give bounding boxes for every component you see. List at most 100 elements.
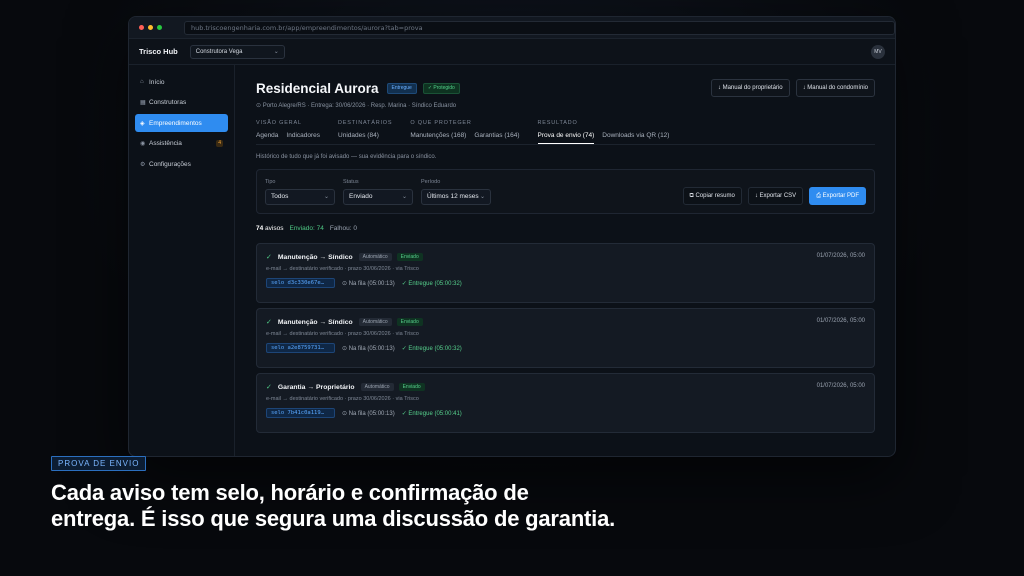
export-csv-button[interactable]: ↓ Exportar CSV — [747, 187, 804, 205]
project-subtitle: ⊙ Porto Alegre/RS · Entrega: 30/06/2026 … — [256, 103, 457, 109]
sidebar-item-label: Início — [149, 78, 165, 86]
queued-time: ⊙ Na fila (05:00:13) — [342, 410, 395, 417]
protected-badge: ✓ Protegido — [422, 82, 460, 94]
check-icon: ✓ — [266, 254, 272, 261]
tabgroup-label: O QUE PROTEGER — [410, 120, 472, 126]
tab-navigation: VISÃO GERAL Agenda Indicadores DESTINATÁ… — [256, 120, 875, 144]
chevron-down-icon: ⌄ — [401, 194, 407, 200]
export-pdf-button[interactable]: ⎙ Exportar PDF — [809, 187, 866, 205]
tab-unidades[interactable]: Unidades (84) — [338, 132, 379, 143]
close-window-dot[interactable] — [139, 25, 144, 30]
sent-tag: Enviado — [396, 253, 423, 261]
delivered-time: ✓ Entregue (05:00:32) — [401, 280, 462, 287]
tabgroup-resultado: RESULTADO Prova de envio (74) Downloads … — [537, 120, 669, 144]
tab-divider — [256, 144, 875, 145]
page-title: Residencial Aurora — [256, 80, 379, 96]
tab-agenda[interactable]: Agenda — [256, 132, 278, 143]
check-icon: ✓ — [266, 384, 272, 391]
filter-status: Status Enviado ⌄ — [343, 179, 413, 205]
chevron-down-icon: ⌄ — [479, 194, 485, 200]
failed-count: Falhou: 0 — [329, 225, 357, 232]
periodo-select-value: Últimos 12 meses — [427, 193, 479, 200]
total-number: 74 — [256, 225, 264, 232]
tipo-select-value: Todos — [271, 193, 289, 200]
periodo-select[interactable]: Últimos 12 meses ⌄ — [421, 189, 491, 205]
home-icon: ⌂ — [140, 79, 144, 85]
organization-select[interactable]: Construtora Vega ⌄ — [189, 44, 285, 59]
tabgroup-destinatarios: DESTINATÁRIOS Unidades (84) — [338, 120, 392, 144]
status-badge: Entregue — [386, 82, 417, 94]
tab-indicadores[interactable]: Indicadores — [286, 132, 320, 143]
url-bar[interactable]: hub.triscoengenharia.com.br/app/empreend… — [183, 20, 895, 35]
status-select[interactable]: Enviado ⌄ — [343, 189, 413, 205]
notice-date: 01/07/2026, 05:00 — [816, 383, 865, 389]
owner-manual-button[interactable]: ↓ Manual do proprietário — [710, 79, 790, 97]
tabgroup-label: VISÃO GERAL — [256, 120, 302, 126]
notice-meta: e-mail → destinatário verificado · prazo… — [266, 331, 419, 337]
seal-hash[interactable]: selo 7b41c0a119… — [266, 408, 335, 418]
notice-title: Garantia → Proprietário — [277, 383, 355, 391]
sidebar-item-label: Configurações — [149, 160, 191, 168]
filter-label: Período — [421, 179, 441, 185]
notice-date: 01/07/2026, 05:00 — [816, 253, 865, 259]
sidebar-item-construtoras[interactable]: ▦ Construtoras — [135, 94, 228, 112]
tab-garantias[interactable]: Garantias (164) — [474, 132, 519, 143]
sidebar-item-label: Empreendimentos — [149, 119, 202, 127]
sent-count: Enviado: 74 — [289, 225, 324, 232]
avatar[interactable]: MV — [871, 44, 885, 59]
notice-meta: e-mail → destinatário verificado · prazo… — [266, 266, 419, 272]
app-window: hub.triscoengenharia.com.br/app/empreend… — [128, 16, 896, 457]
condo-manual-button[interactable]: ↓ Manual do condomínio — [795, 79, 875, 97]
minimize-window-dot[interactable] — [147, 25, 153, 30]
sidebar-item-label: Assistência — [149, 140, 182, 147]
caption-line-1: Cada aviso tem selo, horário e confirmaç… — [51, 480, 529, 505]
count-badge: 4 — [216, 139, 223, 147]
total-count: 74 avisos — [256, 225, 283, 232]
notice-card[interactable]: ✓ Manutenção → Síndico Automático Enviad… — [256, 308, 875, 368]
brand-name[interactable]: Trisco Hub — [139, 47, 178, 56]
total-label: avisos — [265, 225, 284, 232]
caption-text: Cada aviso tem selo, horário e confirmaç… — [51, 480, 951, 532]
seal-hash[interactable]: selo d3c330e67e… — [266, 278, 335, 288]
caption-line-2: entrega. É isso que segura uma discussão… — [51, 506, 616, 531]
maximize-window-dot[interactable] — [156, 25, 162, 30]
status-select-value: Enviado — [349, 193, 373, 200]
tipo-select[interactable]: Todos ⌄ — [265, 189, 335, 205]
filter-label: Tipo — [265, 179, 276, 185]
section-description: Histórico de tudo que já foi avisado — s… — [256, 154, 437, 160]
automatic-tag: Automático — [358, 318, 392, 326]
filter-bar: Tipo Todos ⌄ Status Enviado ⌄ Período Úl… — [256, 169, 875, 214]
chevron-down-icon: ⌄ — [323, 194, 329, 200]
filter-label: Status — [343, 179, 359, 185]
copy-summary-button[interactable]: ⧉ Copiar resumo — [682, 187, 742, 205]
notice-title: Manutenção → Síndico — [277, 253, 353, 261]
sent-tag: Enviado — [396, 318, 423, 326]
sidebar-item-assistencia[interactable]: ◉ Assistência 4 — [135, 135, 228, 153]
notice-card[interactable]: ✓ Manutenção → Síndico Automático Enviad… — [256, 243, 875, 303]
sidebar-item-inicio[interactable]: ⌂ Início — [135, 73, 228, 91]
tab-manutencoes[interactable]: Manutenções (168) — [410, 132, 466, 143]
support-icon: ◉ — [140, 141, 146, 147]
tab-downloads-qr[interactable]: Downloads via QR (12) — [602, 132, 669, 144]
sidebar: ⌂ Início ▦ Construtoras ◈ Empreendimento… — [129, 65, 235, 456]
check-icon: ✓ — [266, 319, 272, 326]
tabgroup-label: RESULTADO — [537, 120, 578, 126]
filter-periodo: Período Últimos 12 meses ⌄ — [421, 179, 491, 205]
main-content: Residencial Aurora Entregue ✓ Protegido … — [235, 65, 895, 456]
automatic-tag: Automático — [358, 253, 392, 261]
tab-prova-de-envio[interactable]: Prova de envio (74) — [537, 132, 595, 144]
chevron-down-icon: ⌄ — [273, 48, 279, 55]
sidebar-item-empreendimentos[interactable]: ◈ Empreendimentos — [135, 114, 228, 132]
gear-icon: ⚙ — [140, 161, 146, 168]
building-icon: ▦ — [140, 100, 146, 106]
notice-card[interactable]: ✓ Garantia → Proprietário Automático Env… — [256, 373, 875, 433]
sent-tag: Enviado — [398, 383, 425, 391]
filter-tipo: Tipo Todos ⌄ — [265, 179, 335, 205]
notice-title: Manutenção → Síndico — [277, 318, 353, 326]
seal-hash[interactable]: selo a2e8759731… — [266, 343, 335, 353]
delivered-time: ✓ Entregue (05:00:41) — [401, 410, 462, 417]
queued-time: ⊙ Na fila (05:00:13) — [342, 280, 395, 287]
app-header: Trisco Hub Construtora Vega ⌄ MV — [129, 39, 895, 65]
organization-select-value: Construtora Vega — [195, 48, 243, 55]
sidebar-item-configuracoes[interactable]: ⚙ Configurações — [135, 155, 228, 173]
